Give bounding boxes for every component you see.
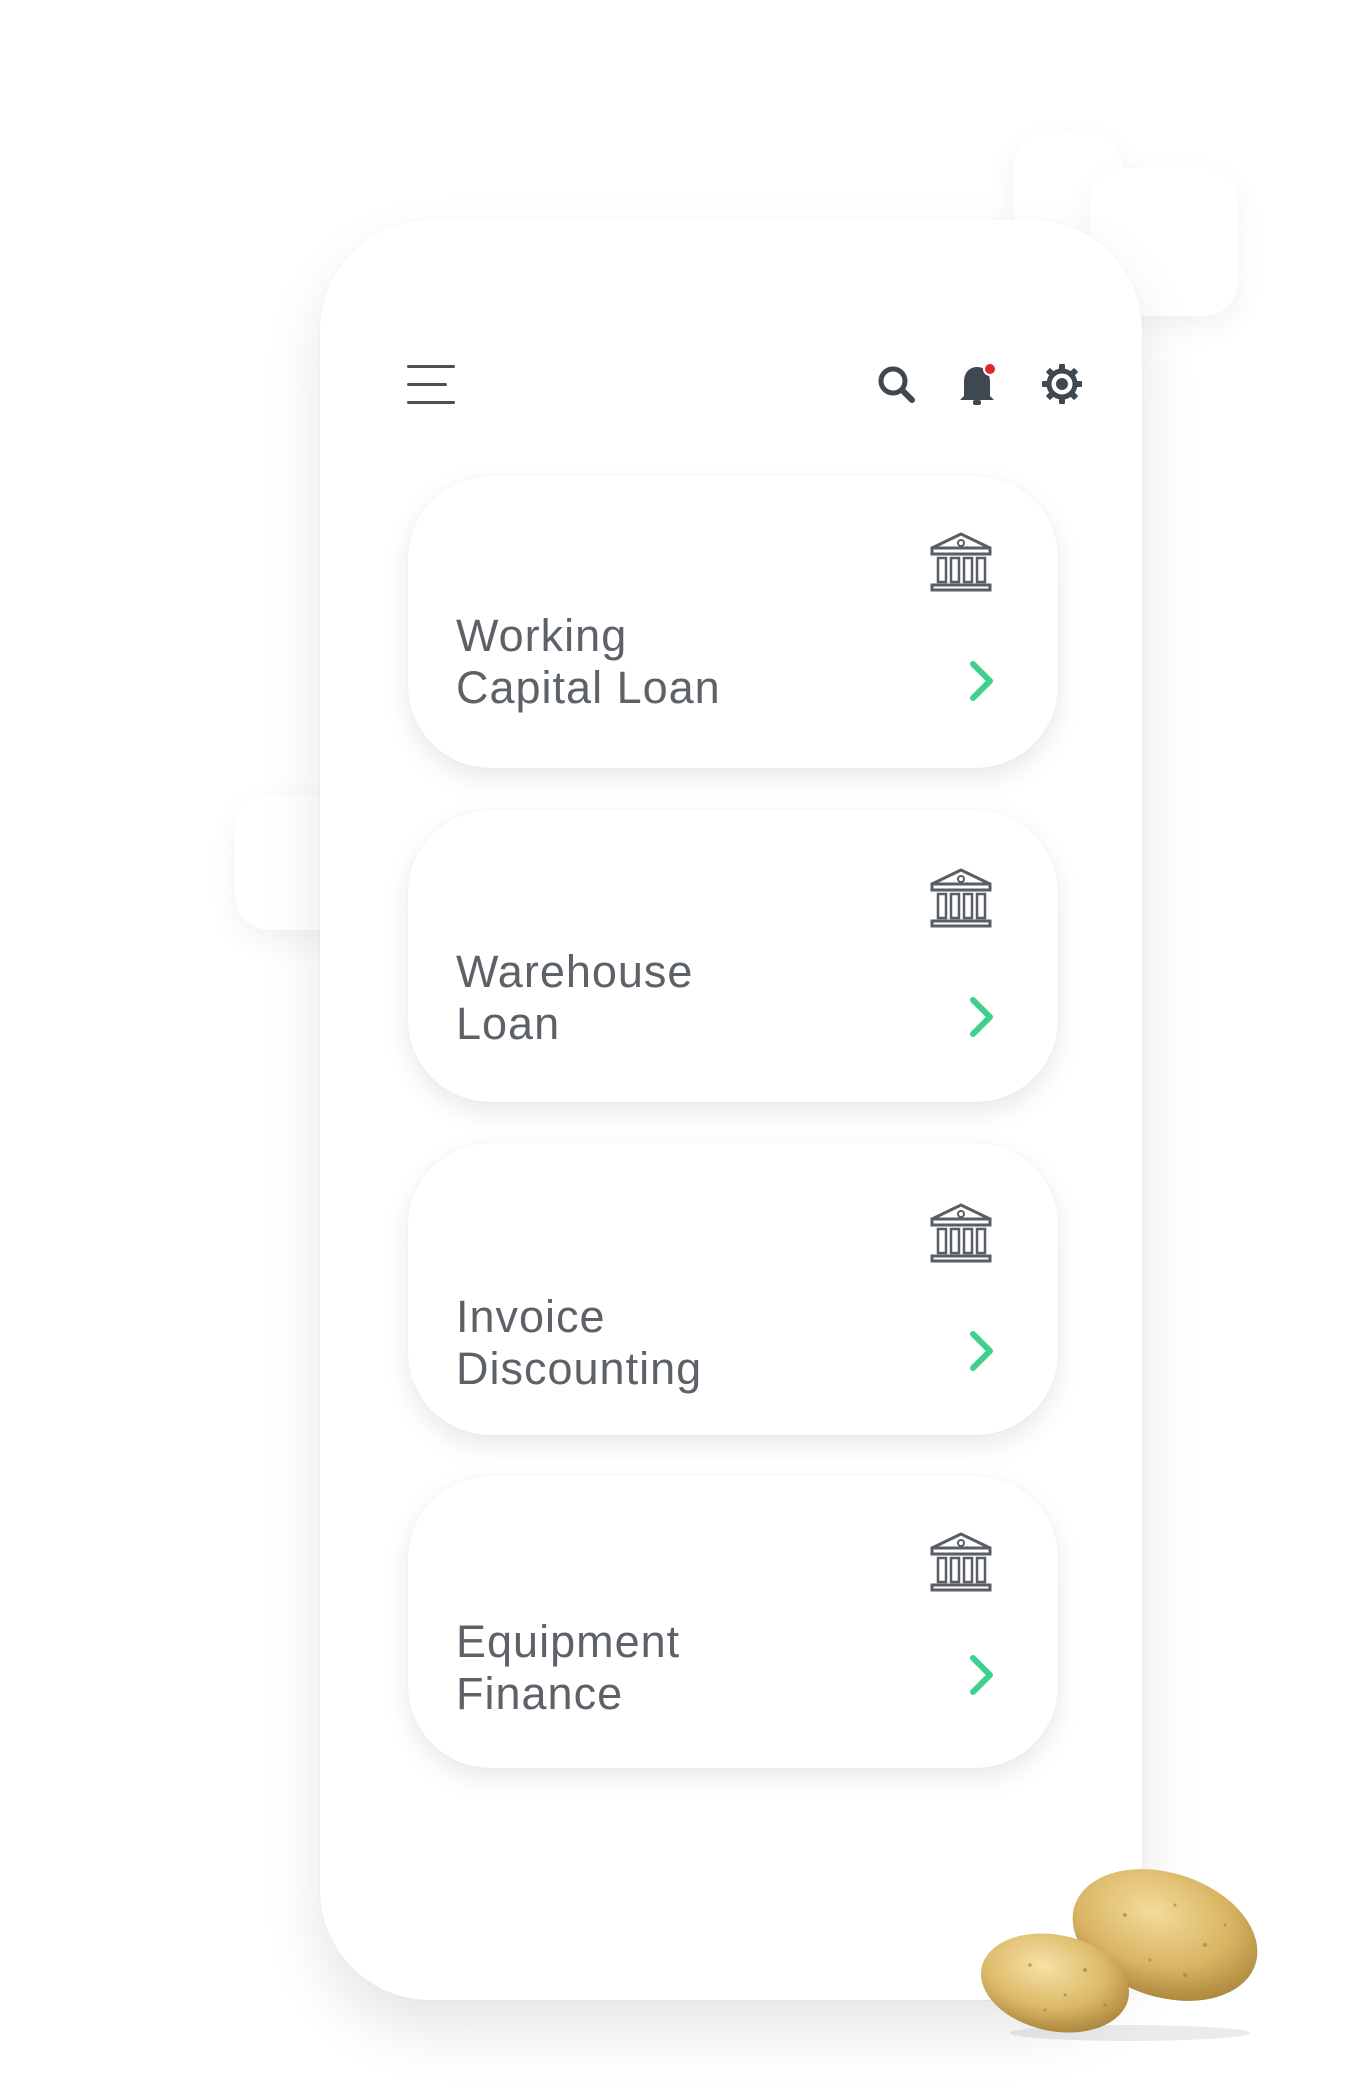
potatoes-illustration (980, 1869, 1258, 2041)
gear-icon[interactable] (1038, 360, 1086, 408)
bank-icon (930, 1203, 992, 1263)
loan-title-line2: Capital Loan (456, 662, 721, 713)
loan-card-invoice-discounting[interactable]: Invoice Discounting (408, 1143, 1058, 1435)
loan-card-warehouse[interactable]: Warehouse Loan (408, 810, 1058, 1102)
loan-title-line1: Working (456, 610, 628, 661)
bell-icon[interactable] (954, 360, 1002, 408)
loan-title-line1: Warehouse (456, 946, 694, 997)
loan-title-line1: Equipment (456, 1616, 681, 1667)
loan-title-line1: Invoice (456, 1291, 606, 1342)
notification-dot (983, 362, 997, 376)
loan-card-working-capital[interactable]: Working Capital Loan (408, 476, 1058, 768)
loan-card-equipment-finance[interactable]: Equipment Finance (408, 1476, 1058, 1768)
bank-icon (930, 532, 992, 592)
hamburger-menu-icon[interactable] (407, 363, 459, 407)
chevron-right-icon[interactable] (966, 1653, 996, 1697)
bank-icon (930, 1532, 992, 1592)
phone-screen: Working Capital Loan Warehouse Loan Invo… (320, 220, 1142, 2000)
loan-title-line2: Loan (456, 998, 561, 1049)
loan-title-line2: Discounting (456, 1343, 703, 1394)
bank-icon (930, 868, 992, 928)
chevron-right-icon[interactable] (966, 659, 996, 703)
loan-title-line2: Finance (456, 1668, 624, 1719)
chevron-right-icon[interactable] (966, 1329, 996, 1373)
chevron-right-icon[interactable] (966, 995, 996, 1039)
search-icon[interactable] (872, 360, 920, 408)
